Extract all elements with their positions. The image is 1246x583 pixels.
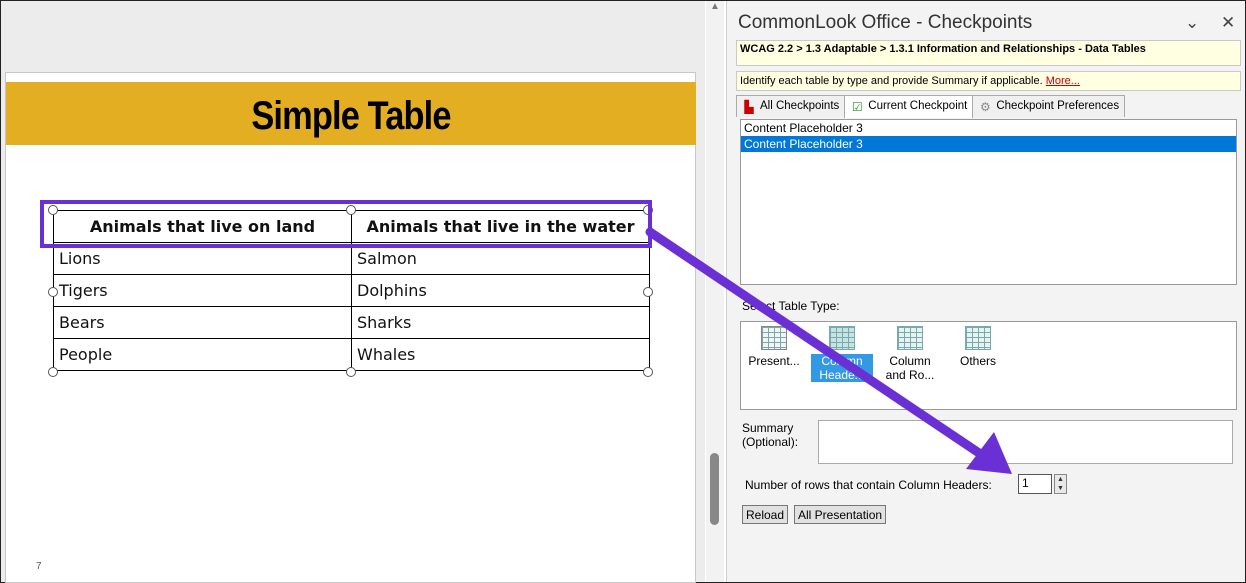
table-cell[interactable]: Sharks bbox=[351, 306, 650, 339]
table-type-label: Present... bbox=[748, 354, 800, 368]
select-table-type-label: Select Table Type: bbox=[742, 299, 840, 313]
table-type-label: Column and Ro... bbox=[879, 354, 941, 382]
checkmark-icon: ☑ bbox=[851, 100, 863, 114]
scrollbar-thumb[interactable] bbox=[710, 453, 719, 525]
summary-label-line: Summary bbox=[742, 421, 794, 435]
slide-title[interactable]: Simple Table bbox=[54, 94, 647, 139]
table-row: Bears Sharks bbox=[53, 306, 650, 339]
list-item[interactable]: Content Placeholder 3 bbox=[741, 120, 1236, 136]
resize-handle[interactable] bbox=[48, 287, 58, 297]
checkpoints-pane: CommonLook Office - Checkpoints ⌄ ✕ WCAG… bbox=[726, 1, 1245, 582]
checkpoints-icon: ▙ bbox=[744, 100, 754, 114]
others-table-icon bbox=[965, 326, 991, 350]
table-type-label: Others bbox=[959, 354, 996, 368]
close-icon[interactable]: ✕ bbox=[1221, 13, 1235, 33]
summary-label: Summary (Optional): bbox=[742, 421, 798, 449]
table-type-column-headers[interactable]: Column Heade... bbox=[811, 326, 873, 382]
table-cell[interactable]: Dolphins bbox=[351, 274, 650, 307]
resize-handle[interactable] bbox=[643, 367, 653, 377]
more-link[interactable]: More... bbox=[1046, 75, 1080, 87]
slide[interactable]: Simple Table Animals that live on land A… bbox=[5, 72, 696, 583]
tab-checkpoint-preferences[interactable]: ⚙ Checkpoint Preferences bbox=[972, 95, 1126, 117]
summary-field[interactable] bbox=[818, 420, 1233, 464]
column-headers-icon bbox=[829, 326, 855, 350]
reload-button[interactable]: Reload bbox=[742, 505, 789, 524]
placeholder-list[interactable]: Content Placeholder 3 Content Placeholde… bbox=[740, 119, 1237, 285]
chevron-down-icon[interactable]: ⌄ bbox=[1185, 13, 1199, 33]
table-type-label-line: Column bbox=[821, 354, 863, 368]
header-row-highlight bbox=[40, 200, 652, 248]
header-rows-label: Number of rows that contain Column Heade… bbox=[745, 478, 992, 492]
table-cell[interactable]: Bears bbox=[53, 306, 352, 339]
table-type-list[interactable]: Present... Column Heade... Column and Ro… bbox=[740, 321, 1237, 410]
all-presentation-button[interactable]: All Presentation bbox=[794, 505, 887, 524]
table-type-column-and-row[interactable]: Column and Ro... bbox=[879, 326, 941, 382]
tab-label: Checkpoint Preferences bbox=[996, 100, 1120, 112]
pane-title: CommonLook Office - Checkpoints bbox=[738, 12, 1033, 33]
resize-handle[interactable] bbox=[643, 287, 653, 297]
header-rows-input[interactable]: 1 bbox=[1018, 474, 1052, 494]
table-cell[interactable]: Whales bbox=[351, 338, 650, 371]
tab-label: All Checkpoints bbox=[760, 100, 840, 112]
list-item[interactable]: Content Placeholder 3 bbox=[741, 136, 1236, 152]
summary-label-line: (Optional): bbox=[742, 435, 799, 449]
vertical-scrollbar[interactable]: ▲ bbox=[706, 1, 724, 582]
gear-icon: ⚙ bbox=[979, 100, 991, 114]
scroll-up-icon[interactable]: ▲ bbox=[710, 1, 720, 12]
stepper-up-icon[interactable]: ▲ bbox=[1055, 475, 1066, 484]
hint-text: Identify each table by type and provide … bbox=[736, 71, 1241, 91]
table-cell[interactable]: Tigers bbox=[53, 274, 352, 307]
table-type-presentation[interactable]: Present... bbox=[743, 326, 805, 368]
column-row-headers-icon bbox=[897, 326, 923, 350]
table-type-others[interactable]: Others bbox=[947, 326, 1009, 368]
tab-label: Current Checkpoint bbox=[868, 100, 968, 112]
slide-editor: Simple Table Animals that live on land A… bbox=[1, 1, 705, 583]
table-type-label-line: Heade... bbox=[819, 368, 865, 382]
table-cell[interactable]: People bbox=[53, 338, 352, 371]
tab-current-checkpoint[interactable]: ☑ Current Checkpoint bbox=[844, 95, 974, 118]
breadcrumb: WCAG 2.2 > 1.3 Adaptable > 1.3.1 Informa… bbox=[736, 40, 1241, 66]
resize-handle[interactable] bbox=[48, 367, 58, 377]
table-row: People Whales bbox=[53, 338, 650, 371]
table-type-label-selected: Column Heade... bbox=[811, 354, 873, 382]
tab-all-checkpoints[interactable]: ▙ All Checkpoints bbox=[736, 95, 846, 117]
table-type-label-line: and Ro... bbox=[885, 368, 935, 382]
slide-number: 7 bbox=[36, 561, 42, 572]
tab-bar: ▙ All Checkpoints ☑ Current Checkpoint ⚙… bbox=[736, 95, 1126, 118]
resize-handle[interactable] bbox=[346, 367, 356, 377]
title-band: Simple Table bbox=[6, 82, 696, 145]
table-row: Tigers Dolphins bbox=[53, 274, 650, 307]
grid-icon bbox=[761, 326, 787, 350]
table-type-label-line: Column bbox=[889, 354, 931, 368]
hint-label: Identify each table by type and provide … bbox=[740, 75, 1043, 87]
stepper-down-icon[interactable]: ▼ bbox=[1055, 484, 1066, 493]
header-rows-stepper[interactable]: ▲ ▼ bbox=[1054, 474, 1067, 494]
